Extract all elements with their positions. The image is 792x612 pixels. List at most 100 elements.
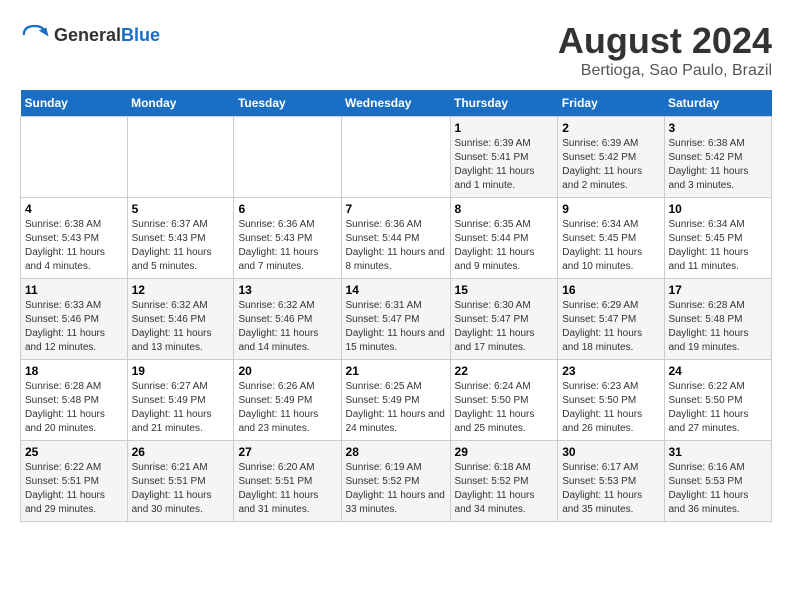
day-info: Sunrise: 6:31 AM Sunset: 5:47 PM Dayligh… bbox=[346, 299, 446, 355]
day-info: Sunrise: 6:37 AM Sunset: 5:43 PM Dayligh… bbox=[132, 218, 230, 274]
day-of-week-header: Sunday bbox=[21, 90, 128, 117]
calendar-cell: 10 Sunrise: 6:34 AM Sunset: 5:45 PM Dayli… bbox=[664, 198, 772, 279]
day-number: 29 bbox=[455, 445, 554, 459]
day-info: Sunrise: 6:35 AM Sunset: 5:44 PM Dayligh… bbox=[455, 218, 554, 274]
calendar-cell bbox=[127, 117, 234, 198]
day-number: 11 bbox=[25, 283, 123, 297]
day-number: 23 bbox=[562, 364, 659, 378]
calendar-cell: 1 Sunrise: 6:39 AM Sunset: 5:41 PM Daylig… bbox=[450, 117, 558, 198]
day-number: 5 bbox=[132, 202, 230, 216]
calendar-cell: 5 Sunrise: 6:37 AM Sunset: 5:43 PM Daylig… bbox=[127, 198, 234, 279]
calendar-cell: 31Sunrise: 6:16 AM Sunset: 5:53 PM Dayli… bbox=[664, 441, 772, 522]
day-info: Sunrise: 6:19 AM Sunset: 5:52 PM Dayligh… bbox=[346, 461, 446, 517]
day-info: Sunrise: 6:30 AM Sunset: 5:47 PM Dayligh… bbox=[455, 299, 554, 355]
day-number: 19 bbox=[132, 364, 230, 378]
day-info: Sunrise: 6:22 AM Sunset: 5:51 PM Dayligh… bbox=[25, 461, 123, 517]
day-number: 4 bbox=[25, 202, 123, 216]
day-number: 17 bbox=[669, 283, 768, 297]
header: General Blue August 2024 Bertioga, Sao P… bbox=[20, 20, 772, 80]
day-info: Sunrise: 6:38 AM Sunset: 5:43 PM Dayligh… bbox=[25, 218, 123, 274]
calendar-cell: 18 Sunrise: 6:28 AM Sunset: 5:48 PM Dayli… bbox=[21, 360, 128, 441]
calendar-cell: 8Sunrise: 6:35 AM Sunset: 5:44 PM Daylig… bbox=[450, 198, 558, 279]
calendar-week-row: 25 Sunrise: 6:22 AM Sunset: 5:51 PM Dayli… bbox=[21, 441, 772, 522]
calendar-week-row: 4 Sunrise: 6:38 AM Sunset: 5:43 PM Daylig… bbox=[21, 198, 772, 279]
day-number: 14 bbox=[346, 283, 446, 297]
calendar-cell bbox=[21, 117, 128, 198]
calendar-cell: 7 Sunrise: 6:36 AM Sunset: 5:44 PM Daylig… bbox=[341, 198, 450, 279]
day-number: 1 bbox=[455, 121, 554, 135]
calendar-cell: 22Sunrise: 6:24 AM Sunset: 5:50 PM Dayli… bbox=[450, 360, 558, 441]
calendar-cell: 30 Sunrise: 6:17 AM Sunset: 5:53 PM Dayli… bbox=[558, 441, 664, 522]
main-title: August 2024 bbox=[558, 20, 772, 62]
day-of-week-header: Saturday bbox=[664, 90, 772, 117]
day-info: Sunrise: 6:36 AM Sunset: 5:44 PM Dayligh… bbox=[346, 218, 446, 274]
calendar-week-row: 1 Sunrise: 6:39 AM Sunset: 5:41 PM Daylig… bbox=[21, 117, 772, 198]
day-number: 3 bbox=[669, 121, 768, 135]
day-info: Sunrise: 6:24 AM Sunset: 5:50 PM Dayligh… bbox=[455, 380, 554, 436]
day-info: Sunrise: 6:28 AM Sunset: 5:48 PM Dayligh… bbox=[25, 380, 123, 436]
day-info: Sunrise: 6:32 AM Sunset: 5:46 PM Dayligh… bbox=[238, 299, 336, 355]
calendar-cell: 13 Sunrise: 6:32 AM Sunset: 5:46 PM Dayli… bbox=[234, 279, 341, 360]
day-info: Sunrise: 6:39 AM Sunset: 5:42 PM Dayligh… bbox=[562, 137, 659, 193]
calendar-cell: 3Sunrise: 6:38 AM Sunset: 5:42 PM Daylig… bbox=[664, 117, 772, 198]
calendar-week-row: 11 Sunrise: 6:33 AM Sunset: 5:46 PM Dayli… bbox=[21, 279, 772, 360]
calendar-cell bbox=[341, 117, 450, 198]
calendar-cell: 20Sunrise: 6:26 AM Sunset: 5:49 PM Dayli… bbox=[234, 360, 341, 441]
calendar-cell: 16 Sunrise: 6:29 AM Sunset: 5:47 PM Dayli… bbox=[558, 279, 664, 360]
day-info: Sunrise: 6:27 AM Sunset: 5:49 PM Dayligh… bbox=[132, 380, 230, 436]
day-of-week-header: Wednesday bbox=[341, 90, 450, 117]
day-number: 16 bbox=[562, 283, 659, 297]
day-number: 6 bbox=[238, 202, 336, 216]
day-info: Sunrise: 6:29 AM Sunset: 5:47 PM Dayligh… bbox=[562, 299, 659, 355]
logo-icon bbox=[20, 20, 50, 50]
day-info: Sunrise: 6:18 AM Sunset: 5:52 PM Dayligh… bbox=[455, 461, 554, 517]
calendar-header: SundayMondayTuesdayWednesdayThursdayFrid… bbox=[21, 90, 772, 117]
calendar-week-row: 18 Sunrise: 6:28 AM Sunset: 5:48 PM Dayli… bbox=[21, 360, 772, 441]
day-number: 21 bbox=[346, 364, 446, 378]
calendar-cell: 28Sunrise: 6:19 AM Sunset: 5:52 PM Dayli… bbox=[341, 441, 450, 522]
calendar-cell: 19 Sunrise: 6:27 AM Sunset: 5:49 PM Dayli… bbox=[127, 360, 234, 441]
day-info: Sunrise: 6:20 AM Sunset: 5:51 PM Dayligh… bbox=[238, 461, 336, 517]
calendar-cell: 14 Sunrise: 6:31 AM Sunset: 5:47 PM Dayli… bbox=[341, 279, 450, 360]
day-of-week-header: Friday bbox=[558, 90, 664, 117]
day-number: 27 bbox=[238, 445, 336, 459]
calendar-cell: 24Sunrise: 6:22 AM Sunset: 5:50 PM Dayli… bbox=[664, 360, 772, 441]
day-number: 9 bbox=[562, 202, 659, 216]
header-row: SundayMondayTuesdayWednesdayThursdayFrid… bbox=[21, 90, 772, 117]
day-number: 25 bbox=[25, 445, 123, 459]
calendar-table: SundayMondayTuesdayWednesdayThursdayFrid… bbox=[20, 90, 772, 522]
calendar-cell: 6Sunrise: 6:36 AM Sunset: 5:43 PM Daylig… bbox=[234, 198, 341, 279]
calendar-cell: 9 Sunrise: 6:34 AM Sunset: 5:45 PM Daylig… bbox=[558, 198, 664, 279]
day-info: Sunrise: 6:22 AM Sunset: 5:50 PM Dayligh… bbox=[669, 380, 768, 436]
day-info: Sunrise: 6:33 AM Sunset: 5:46 PM Dayligh… bbox=[25, 299, 123, 355]
calendar-cell: 4 Sunrise: 6:38 AM Sunset: 5:43 PM Daylig… bbox=[21, 198, 128, 279]
day-info: Sunrise: 6:17 AM Sunset: 5:53 PM Dayligh… bbox=[562, 461, 659, 517]
day-number: 18 bbox=[25, 364, 123, 378]
day-info: Sunrise: 6:25 AM Sunset: 5:49 PM Dayligh… bbox=[346, 380, 446, 436]
calendar-cell: 21 Sunrise: 6:25 AM Sunset: 5:49 PM Dayli… bbox=[341, 360, 450, 441]
title-area: August 2024 Bertioga, Sao Paulo, Brazil bbox=[558, 20, 772, 80]
calendar-cell bbox=[234, 117, 341, 198]
day-info: Sunrise: 6:34 AM Sunset: 5:45 PM Dayligh… bbox=[669, 218, 768, 274]
logo: General Blue bbox=[20, 20, 160, 50]
day-of-week-header: Monday bbox=[127, 90, 234, 117]
calendar-cell: 25 Sunrise: 6:22 AM Sunset: 5:51 PM Dayli… bbox=[21, 441, 128, 522]
day-number: 12 bbox=[132, 283, 230, 297]
day-number: 10 bbox=[669, 202, 768, 216]
calendar-cell: 2Sunrise: 6:39 AM Sunset: 5:42 PM Daylig… bbox=[558, 117, 664, 198]
day-number: 7 bbox=[346, 202, 446, 216]
day-number: 20 bbox=[238, 364, 336, 378]
day-info: Sunrise: 6:16 AM Sunset: 5:53 PM Dayligh… bbox=[669, 461, 768, 517]
day-info: Sunrise: 6:21 AM Sunset: 5:51 PM Dayligh… bbox=[132, 461, 230, 517]
day-number: 13 bbox=[238, 283, 336, 297]
calendar-cell: 26Sunrise: 6:21 AM Sunset: 5:51 PM Dayli… bbox=[127, 441, 234, 522]
day-info: Sunrise: 6:39 AM Sunset: 5:41 PM Dayligh… bbox=[455, 137, 554, 193]
logo-text-blue: Blue bbox=[121, 26, 160, 44]
day-info: Sunrise: 6:28 AM Sunset: 5:48 PM Dayligh… bbox=[669, 299, 768, 355]
calendar-cell: 23Sunrise: 6:23 AM Sunset: 5:50 PM Dayli… bbox=[558, 360, 664, 441]
calendar-cell: 27 Sunrise: 6:20 AM Sunset: 5:51 PM Dayli… bbox=[234, 441, 341, 522]
day-number: 30 bbox=[562, 445, 659, 459]
calendar-cell: 29 Sunrise: 6:18 AM Sunset: 5:52 PM Dayli… bbox=[450, 441, 558, 522]
day-info: Sunrise: 6:34 AM Sunset: 5:45 PM Dayligh… bbox=[562, 218, 659, 274]
calendar-cell: 11 Sunrise: 6:33 AM Sunset: 5:46 PM Dayli… bbox=[21, 279, 128, 360]
